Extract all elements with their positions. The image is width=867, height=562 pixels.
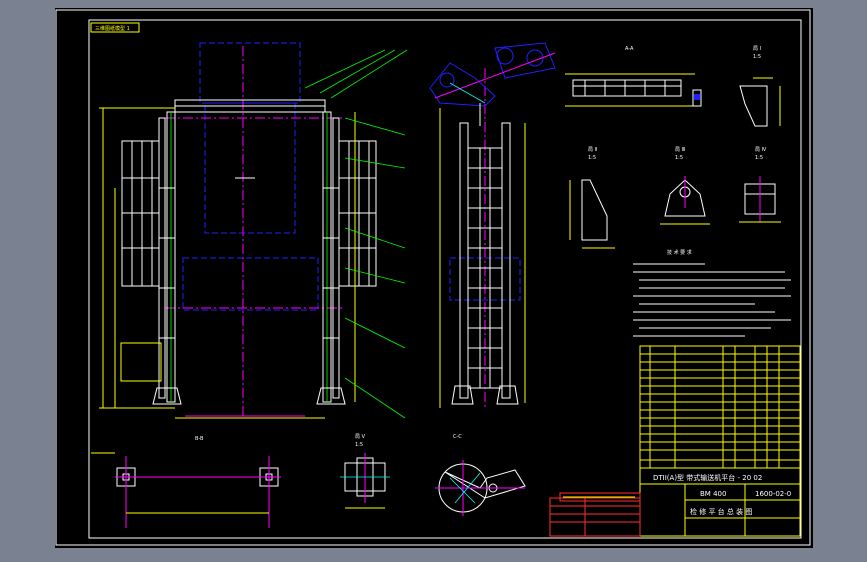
main-front-view — [99, 42, 408, 419]
cad-drawing-canvas: 三维图纸模型 1 A-A 局 Ⅰ 1:5 局 Ⅱ 1:5 局 Ⅲ 1:5 局 Ⅳ… — [55, 9, 811, 546]
view-b4-label: 局 Ⅳ — [755, 147, 767, 153]
view-b3-label: 局 Ⅲ — [675, 147, 685, 153]
view-aa-label: A-A — [625, 46, 634, 52]
view-b3-scale: 1:5 — [675, 155, 683, 161]
view-b2-label: 局 Ⅱ — [588, 147, 597, 153]
detail-view-b3: 局 Ⅲ 1:5 — [660, 147, 710, 225]
view-b4-scale: 1:5 — [755, 155, 763, 161]
detail-view-b4: 局 Ⅳ 1:5 — [739, 147, 781, 223]
section-bb-label: B-B — [195, 436, 204, 442]
cad-drawing-viewport[interactable]: 三维图纸模型 1 A-A 局 Ⅰ 1:5 局 Ⅱ 1:5 局 Ⅲ 1:5 局 Ⅳ… — [55, 8, 813, 548]
title-main: DTII(A)型 带式输送机平台 - 20 02 — [653, 473, 762, 482]
title-drawing-no: 1600-02-0 — [755, 490, 791, 498]
view-b1-label: 局 Ⅰ — [753, 46, 761, 52]
side-view — [429, 42, 556, 408]
view-b1-scale: 1:5 — [753, 54, 761, 60]
detail-view-aa: A-A — [565, 46, 695, 107]
title-model: BM 400 — [700, 490, 726, 498]
title-block: DTII(A)型 带式输送机平台 - 20 02 BM 400 1600-02-… — [549, 467, 801, 537]
view-b5-label: 局 Ⅴ — [355, 434, 366, 440]
tech-title: 技 术 要 求 — [667, 249, 692, 256]
parts-list — [639, 345, 801, 469]
view-b2-scale: 1:5 — [588, 155, 596, 161]
notes-block — [559, 492, 641, 502]
model-tab-label: 三维图纸模型 1 — [95, 25, 130, 32]
title-sub: 检 修 平 台 总 装 图 — [690, 507, 752, 516]
section-bb: B-B — [91, 436, 281, 528]
detail-view-b5: 局 Ⅴ 1:5 — [340, 434, 390, 509]
detail-view-b1: 局 Ⅰ 1:5 — [692, 46, 781, 127]
section-cc-label: C-C — [453, 434, 462, 440]
detail-view-b2: 局 Ⅱ 1:5 — [569, 147, 615, 249]
technical-requirements: 技 术 要 求 — [633, 249, 791, 337]
section-cc: C-C — [435, 434, 526, 516]
view-b5-scale: 1:5 — [355, 442, 363, 448]
